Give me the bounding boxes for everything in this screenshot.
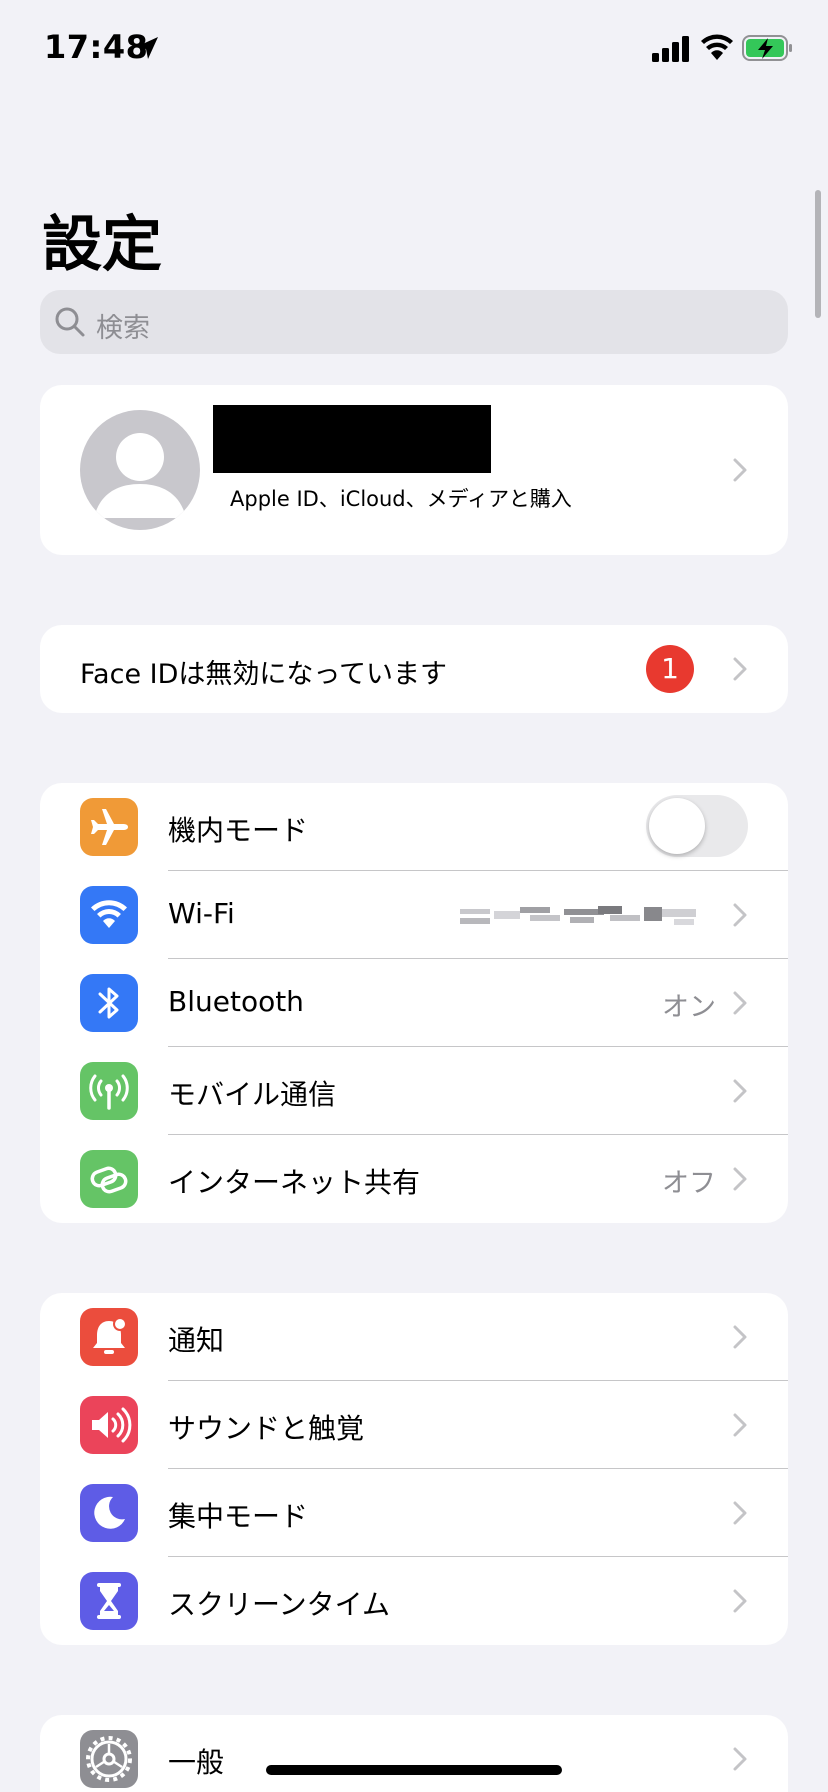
toggle-knob (649, 798, 705, 854)
chevron-right-icon (733, 1325, 747, 1349)
chevron-right-icon (733, 1079, 747, 1103)
chevron-right-icon (733, 1747, 747, 1771)
gear-icon (80, 1730, 138, 1788)
settings-row-label: 通知 (168, 1324, 225, 1357)
page-title: 設定 (42, 210, 162, 280)
hourglass-icon (80, 1572, 138, 1630)
wifi-icon (80, 886, 138, 944)
person-silhouette-icon (94, 433, 186, 518)
profile-subtitle: Apple ID、iCloud、メディアと購入 (230, 487, 572, 511)
settings-row-value: オフ (662, 1168, 716, 1199)
chevron-right-icon (733, 458, 747, 482)
chevron-right-icon (733, 1167, 747, 1191)
settings-row-label: 機内モード (168, 814, 309, 847)
settings-row-label: 集中モード (168, 1500, 309, 1533)
home-indicator[interactable] (266, 1765, 562, 1775)
status-bar: 17:48 (0, 0, 828, 100)
settings-row-screen-time[interactable]: スクリーンタイム (40, 1557, 788, 1645)
settings-row-personal-hotspot[interactable]: インターネット共有 オフ (40, 1135, 788, 1223)
redacted-account-name (213, 405, 491, 473)
antenna-icon (80, 1062, 138, 1120)
chevron-right-icon (733, 1501, 747, 1525)
settings-row-mobile-data[interactable]: モバイル通信 (40, 1047, 788, 1135)
wifi-icon (701, 34, 733, 60)
speaker-icon (80, 1396, 138, 1454)
bell-icon (80, 1308, 138, 1366)
chevron-right-icon (733, 657, 747, 681)
general-settings-group: 一般 (40, 1715, 788, 1792)
notification-badge: 1 (646, 645, 694, 693)
notification-settings-group: 通知 サウンドと触覚 集中モード スクリーンタイム (40, 1293, 788, 1645)
settings-row-focus[interactable]: 集中モード (40, 1469, 788, 1557)
apple-id-profile-row[interactable]: Apple ID、iCloud、メディアと購入 (40, 385, 788, 555)
moon-icon (80, 1484, 138, 1542)
chain-link-icon (80, 1150, 138, 1208)
settings-row-label: モバイル通信 (168, 1078, 337, 1111)
cellular-signal-icon (652, 36, 689, 62)
settings-row-value: オン (662, 992, 716, 1023)
settings-row-airplane-mode[interactable]: 機内モード (40, 783, 788, 871)
scroll-indicator[interactable] (815, 190, 821, 318)
settings-row-notifications[interactable]: 通知 (40, 1293, 788, 1381)
chevron-right-icon (733, 991, 747, 1015)
airplane-mode-toggle[interactable] (646, 795, 748, 857)
search-bar[interactable]: 検索 (40, 290, 788, 354)
chevron-right-icon (733, 903, 747, 927)
network-settings-group: 機内モード Wi-Fi Bluetooth オン モバイル通信 インターネット共… (40, 783, 788, 1223)
faceid-label: Face IDは無効になっています (80, 659, 448, 690)
settings-row-label: 一般 (168, 1746, 225, 1779)
chevron-right-icon (733, 1589, 747, 1613)
airplane-icon (80, 798, 138, 856)
avatar (80, 410, 200, 530)
battery-charging-icon (742, 35, 792, 61)
chevron-right-icon (733, 1413, 747, 1437)
settings-row-label: スクリーンタイム (168, 1588, 391, 1621)
settings-row-sounds-haptics[interactable]: サウンドと触覚 (40, 1381, 788, 1469)
settings-row-general[interactable]: 一般 (40, 1715, 788, 1792)
settings-row-wifi[interactable]: Wi-Fi (40, 871, 788, 959)
settings-row-bluetooth[interactable]: Bluetooth オン (40, 959, 788, 1047)
settings-row-label: Wi-Fi (168, 897, 235, 930)
settings-row-label: Bluetooth (168, 985, 304, 1018)
faceid-disabled-row[interactable]: Face IDは無効になっています 1 (40, 625, 788, 713)
bluetooth-icon (80, 974, 138, 1032)
location-arrow-icon (136, 37, 158, 59)
redacted-network-name (460, 906, 696, 925)
search-placeholder[interactable]: 検索 (96, 306, 150, 345)
search-icon (55, 307, 85, 337)
settings-row-label: インターネット共有 (168, 1166, 421, 1199)
settings-row-label: サウンドと触覚 (168, 1412, 365, 1445)
